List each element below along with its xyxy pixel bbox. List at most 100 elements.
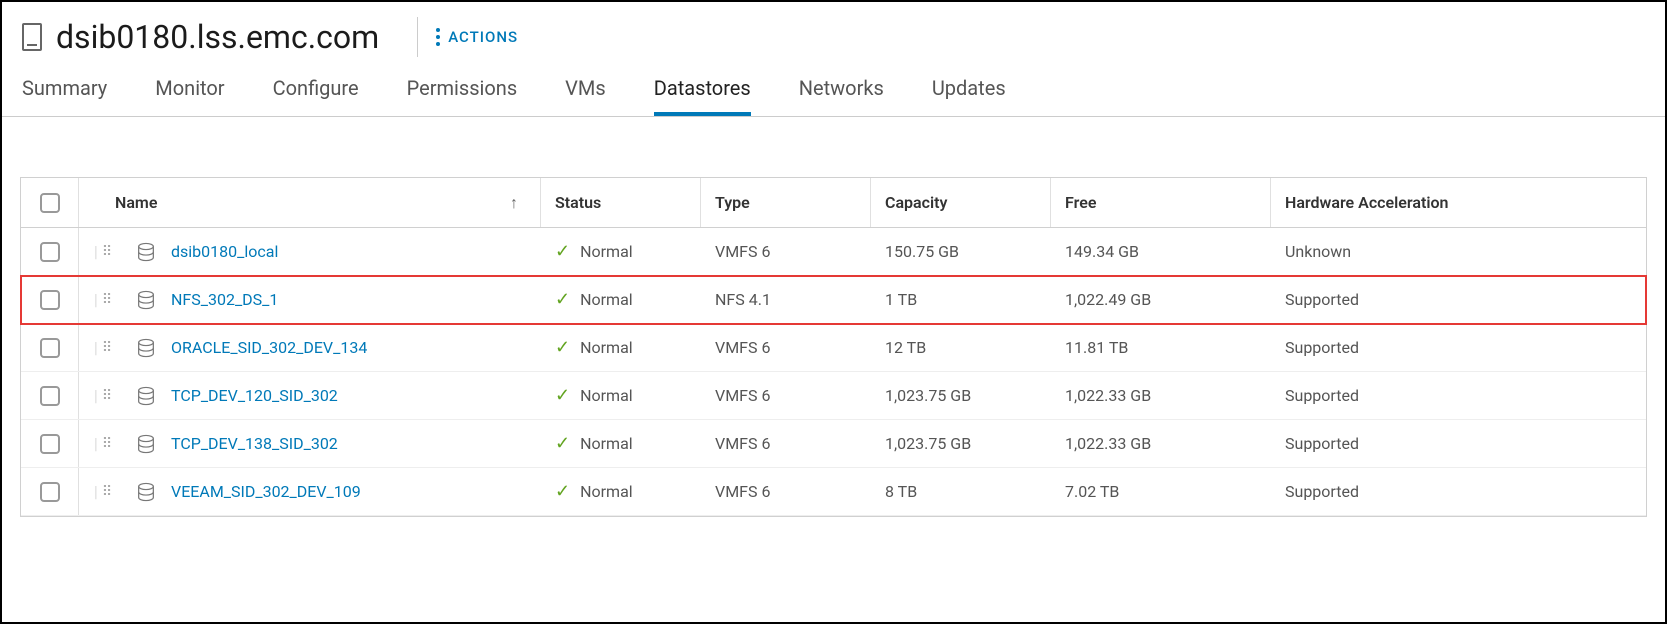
column-label: Free	[1065, 193, 1096, 212]
divider: |	[94, 434, 98, 453]
datastore-link[interactable]: TCP_DEV_138_SID_302	[171, 434, 338, 453]
datastore-link[interactable]: dsib0180_local	[171, 242, 278, 261]
header-divider	[417, 17, 418, 57]
datastore-icon	[135, 337, 157, 359]
header-checkbox-cell	[21, 178, 79, 227]
sort-ascending-icon: ↑	[510, 193, 518, 213]
free-cell: 11.81 TB	[1051, 324, 1271, 371]
column-header-status[interactable]: Status	[541, 178, 701, 227]
page-title: dsib0180.lss.emc.com	[56, 18, 379, 56]
hw-accel-cell: Supported	[1271, 324, 1646, 371]
check-icon: ✓	[555, 433, 570, 454]
datastore-link[interactable]: NFS_302_DS_1	[171, 290, 278, 309]
hw-accel-cell: Supported	[1271, 420, 1646, 467]
table-row[interactable]: | ⠿ VEEAM_SID_302_DEV_109 ✓ Normal VMFS …	[21, 468, 1646, 516]
row-checkbox[interactable]	[40, 242, 60, 262]
tab-updates[interactable]: Updates	[932, 76, 1006, 116]
type-cell: VMFS 6	[701, 324, 871, 371]
divider: |	[94, 386, 98, 405]
table-row[interactable]: | ⠿ NFS_302_DS_1 ✓ Normal NFS 4.1 1 TB 1…	[21, 276, 1646, 324]
page-header: dsib0180.lss.emc.com ACTIONS	[2, 2, 1665, 62]
datastore-name-cell: dsib0180_local	[121, 228, 541, 275]
actions-button[interactable]: ACTIONS	[436, 28, 518, 46]
datastore-name-cell: TCP_DEV_138_SID_302	[121, 420, 541, 467]
check-icon: ✓	[555, 289, 570, 310]
table-row[interactable]: | ⠿ ORACLE_SID_302_DEV_134 ✓ Normal VMFS…	[21, 324, 1646, 372]
datastore-link[interactable]: VEEAM_SID_302_DEV_109	[171, 482, 361, 501]
row-checkbox-cell	[21, 372, 79, 419]
table-row[interactable]: | ⠿ dsib0180_local ✓ Normal VMFS 6 150.7…	[21, 228, 1646, 276]
column-label: Capacity	[885, 193, 947, 212]
capacity-cell: 1,023.75 GB	[871, 372, 1051, 419]
row-checkbox-cell	[21, 324, 79, 371]
datastore-name-cell: NFS_302_DS_1	[121, 276, 541, 323]
row-checkbox-cell	[21, 228, 79, 275]
row-checkbox-cell	[21, 420, 79, 467]
column-label: Type	[715, 193, 750, 212]
table-header-row: Name ↑ Status Type Capacity Free Hardwar…	[21, 178, 1646, 228]
check-icon: ✓	[555, 385, 570, 406]
column-header-hw-accel[interactable]: Hardware Acceleration	[1271, 178, 1646, 227]
status-cell: ✓ Normal	[541, 324, 701, 371]
column-header-free[interactable]: Free	[1051, 178, 1271, 227]
datastore-icon	[135, 433, 157, 455]
datastore-icon	[135, 385, 157, 407]
row-checkbox[interactable]	[40, 290, 60, 310]
datastore-link[interactable]: TCP_DEV_120_SID_302	[171, 386, 338, 405]
row-checkbox[interactable]	[40, 386, 60, 406]
column-header-type[interactable]: Type	[701, 178, 871, 227]
row-drag-cell: | ⠿	[79, 468, 121, 515]
row-checkbox[interactable]	[40, 434, 60, 454]
tab-configure[interactable]: Configure	[273, 76, 359, 116]
row-drag-cell: | ⠿	[79, 276, 121, 323]
divider: |	[94, 338, 98, 357]
row-checkbox[interactable]	[40, 482, 60, 502]
column-header-name[interactable]: Name ↑	[79, 178, 541, 227]
divider: |	[94, 482, 98, 501]
type-cell: VMFS 6	[701, 372, 871, 419]
row-drag-cell: | ⠿	[79, 372, 121, 419]
tab-bar: Summary Monitor Configure Permissions VMs Dat…	[2, 62, 1665, 117]
drag-handle-icon[interactable]: ⠿	[102, 388, 110, 404]
drag-handle-icon[interactable]: ⠿	[102, 244, 110, 260]
table-row[interactable]: | ⠿ TCP_DEV_120_SID_302 ✓ Normal VMFS 6 …	[21, 372, 1646, 420]
column-label: Status	[555, 193, 601, 212]
status-cell: ✓ Normal	[541, 468, 701, 515]
divider: |	[94, 290, 98, 309]
drag-handle-icon[interactable]: ⠿	[102, 340, 110, 356]
capacity-cell: 8 TB	[871, 468, 1051, 515]
tab-datastores[interactable]: Datastores	[654, 76, 751, 116]
type-cell: VMFS 6	[701, 420, 871, 467]
tab-summary[interactable]: Summary	[22, 76, 107, 116]
check-icon: ✓	[555, 337, 570, 358]
free-cell: 1,022.33 GB	[1051, 372, 1271, 419]
row-checkbox-cell	[21, 276, 79, 323]
column-header-capacity[interactable]: Capacity	[871, 178, 1051, 227]
row-drag-cell: | ⠿	[79, 228, 121, 275]
datastore-link[interactable]: ORACLE_SID_302_DEV_134	[171, 338, 367, 357]
tab-vms[interactable]: VMs	[565, 76, 606, 116]
free-cell: 1,022.33 GB	[1051, 420, 1271, 467]
type-cell: VMFS 6	[701, 468, 871, 515]
drag-handle-icon[interactable]: ⠿	[102, 484, 110, 500]
check-icon: ✓	[555, 481, 570, 502]
status-cell: ✓ Normal	[541, 228, 701, 275]
free-cell: 149.34 GB	[1051, 228, 1271, 275]
table-row[interactable]: | ⠿ TCP_DEV_138_SID_302 ✓ Normal VMFS 6 …	[21, 420, 1646, 468]
row-checkbox[interactable]	[40, 338, 60, 358]
tab-monitor[interactable]: Monitor	[155, 76, 224, 116]
capacity-cell: 12 TB	[871, 324, 1051, 371]
hw-accel-cell: Supported	[1271, 276, 1646, 323]
drag-handle-icon[interactable]: ⠿	[102, 436, 110, 452]
tab-networks[interactable]: Networks	[799, 76, 884, 116]
status-text: Normal	[580, 434, 633, 453]
row-checkbox-cell	[21, 468, 79, 515]
datastore-icon	[135, 241, 157, 263]
drag-handle-icon[interactable]: ⠿	[102, 292, 110, 308]
select-all-checkbox[interactable]	[40, 193, 60, 213]
capacity-cell: 1,023.75 GB	[871, 420, 1051, 467]
actions-label: ACTIONS	[448, 28, 518, 46]
datastore-name-cell: VEEAM_SID_302_DEV_109	[121, 468, 541, 515]
kebab-icon	[436, 28, 440, 46]
tab-permissions[interactable]: Permissions	[407, 76, 518, 116]
